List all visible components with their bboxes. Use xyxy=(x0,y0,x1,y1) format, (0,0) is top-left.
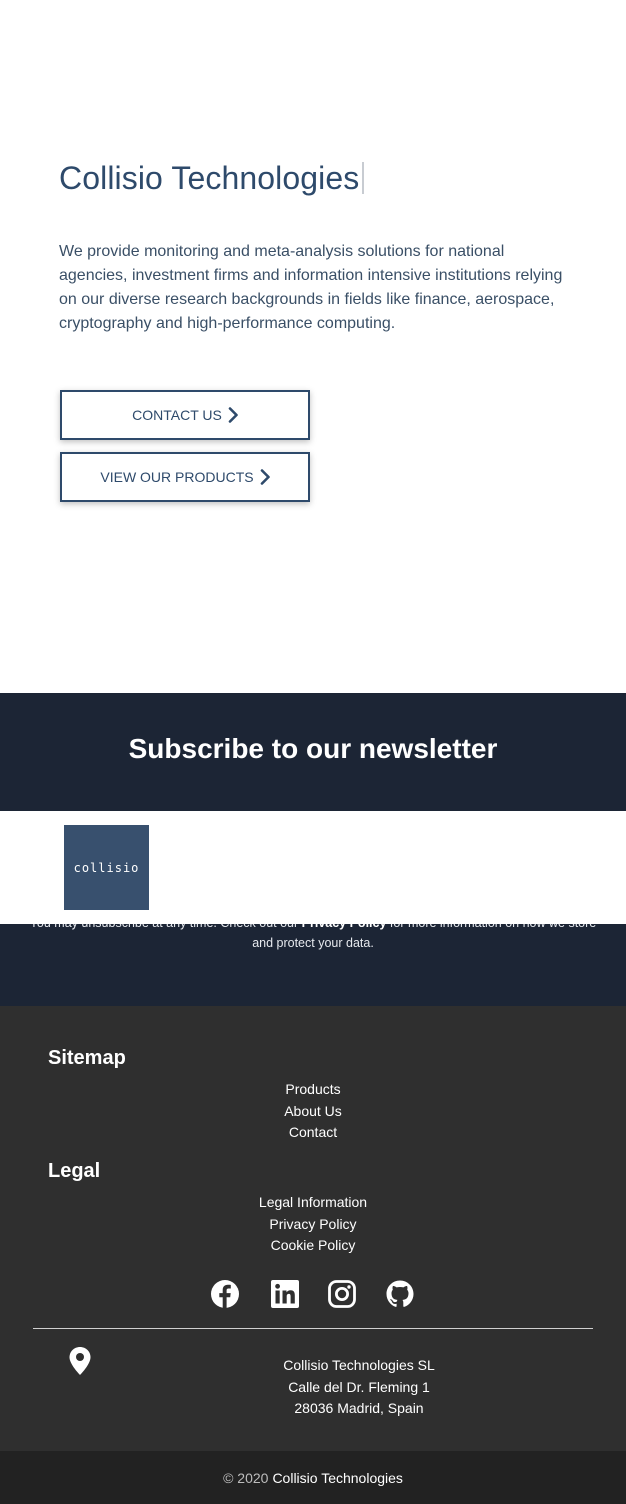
chevron-right-icon xyxy=(228,407,238,423)
address-company: Collisio Technologies SL xyxy=(283,1357,435,1373)
legal-title: Legal xyxy=(48,1160,101,1182)
address-city: 28036 Madrid, Spain xyxy=(294,1400,424,1416)
newsletter-section: Subscribe to our newsletter You may unsu… xyxy=(0,693,626,1006)
sitemap-links: Products About Us Contact xyxy=(0,1079,626,1144)
newsletter-title: Subscribe to our newsletter xyxy=(128,733,498,764)
copyright-company-link[interactable]: Collisio Technologies xyxy=(272,1470,402,1486)
footer-link-cookie-policy[interactable]: Cookie Policy xyxy=(0,1235,626,1257)
view-products-label: VIEW OUR PRODUCTS xyxy=(100,469,254,485)
site-footer: Sitemap Products About Us Contact Legal … xyxy=(0,1006,626,1451)
contact-us-button[interactable]: CONTACT US xyxy=(60,390,310,440)
newsletter-overlay-panel: collisio xyxy=(0,811,626,924)
footer-link-contact[interactable]: Contact xyxy=(0,1122,626,1144)
address-street: Calle del Dr. Fleming 1 xyxy=(288,1378,430,1395)
copyright-bar: © 2020 Collisio Technologies xyxy=(0,1451,626,1504)
collisio-logo: collisio xyxy=(64,825,149,910)
legal-links: Legal Information Privacy Policy Cookie … xyxy=(0,1192,626,1257)
chevron-right-icon xyxy=(260,469,270,485)
view-products-button[interactable]: VIEW OUR PRODUCTS xyxy=(60,452,310,502)
hero-title: Collisio Technologies xyxy=(59,160,365,197)
facebook-icon[interactable] xyxy=(210,1279,240,1309)
company-address: Collisio Technologies SL Calle del Dr. F… xyxy=(230,1355,488,1420)
footer-divider xyxy=(33,1328,593,1329)
hero-title-text: Collisio Technologies xyxy=(59,160,360,196)
footer-link-privacy-policy[interactable]: Privacy Policy xyxy=(0,1214,626,1236)
contact-us-label: CONTACT US xyxy=(132,407,222,423)
social-links xyxy=(0,1279,626,1309)
footer-link-about-us[interactable]: About Us xyxy=(0,1101,626,1123)
instagram-icon[interactable] xyxy=(327,1279,357,1309)
logo-text: collisio xyxy=(73,860,140,875)
hero-section: Collisio Technologies We provide monitor… xyxy=(0,0,626,693)
typing-caret xyxy=(362,162,365,194)
hero-description: We provide monitoring and meta-analysis … xyxy=(59,243,563,332)
linkedin-icon[interactable] xyxy=(270,1279,300,1309)
sitemap-title: Sitemap xyxy=(48,1047,126,1069)
location-pin-icon xyxy=(69,1347,91,1375)
github-icon[interactable] xyxy=(385,1279,415,1309)
footer-link-products[interactable]: Products xyxy=(0,1079,626,1101)
copyright-year: © 2020 xyxy=(223,1469,269,1486)
footer-link-legal-information[interactable]: Legal Information xyxy=(0,1192,626,1214)
